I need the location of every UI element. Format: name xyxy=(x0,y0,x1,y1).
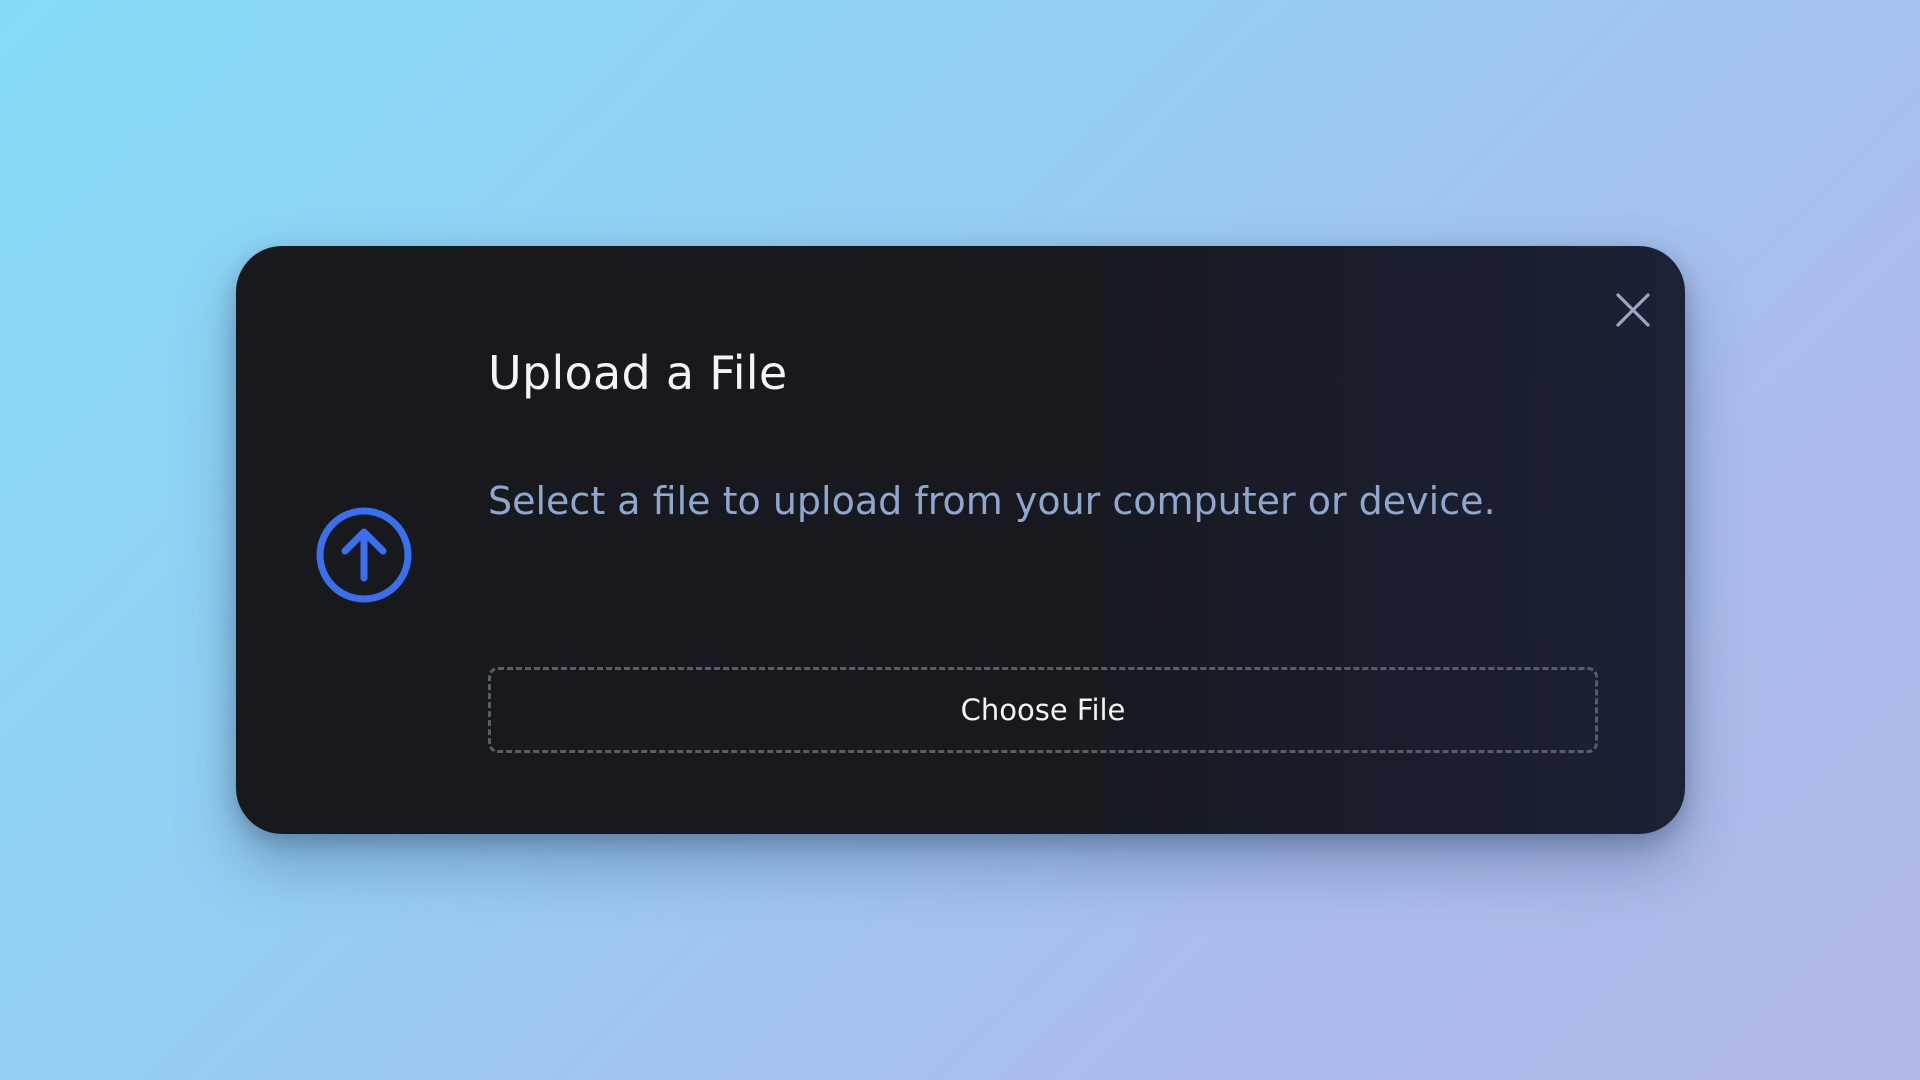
dialog-description: Select a file to upload from your comput… xyxy=(488,479,1496,523)
close-icon xyxy=(1616,293,1650,327)
arrow-up-circle-icon xyxy=(316,507,412,603)
close-button[interactable] xyxy=(1605,282,1661,338)
upload-icon xyxy=(314,505,414,605)
choose-file-label: Choose File xyxy=(960,693,1126,727)
dialog-title: Upload a File xyxy=(488,346,788,400)
upload-dialog: Upload a File Select a file to upload fr… xyxy=(236,246,1685,834)
choose-file-button[interactable]: Choose File xyxy=(488,667,1598,753)
